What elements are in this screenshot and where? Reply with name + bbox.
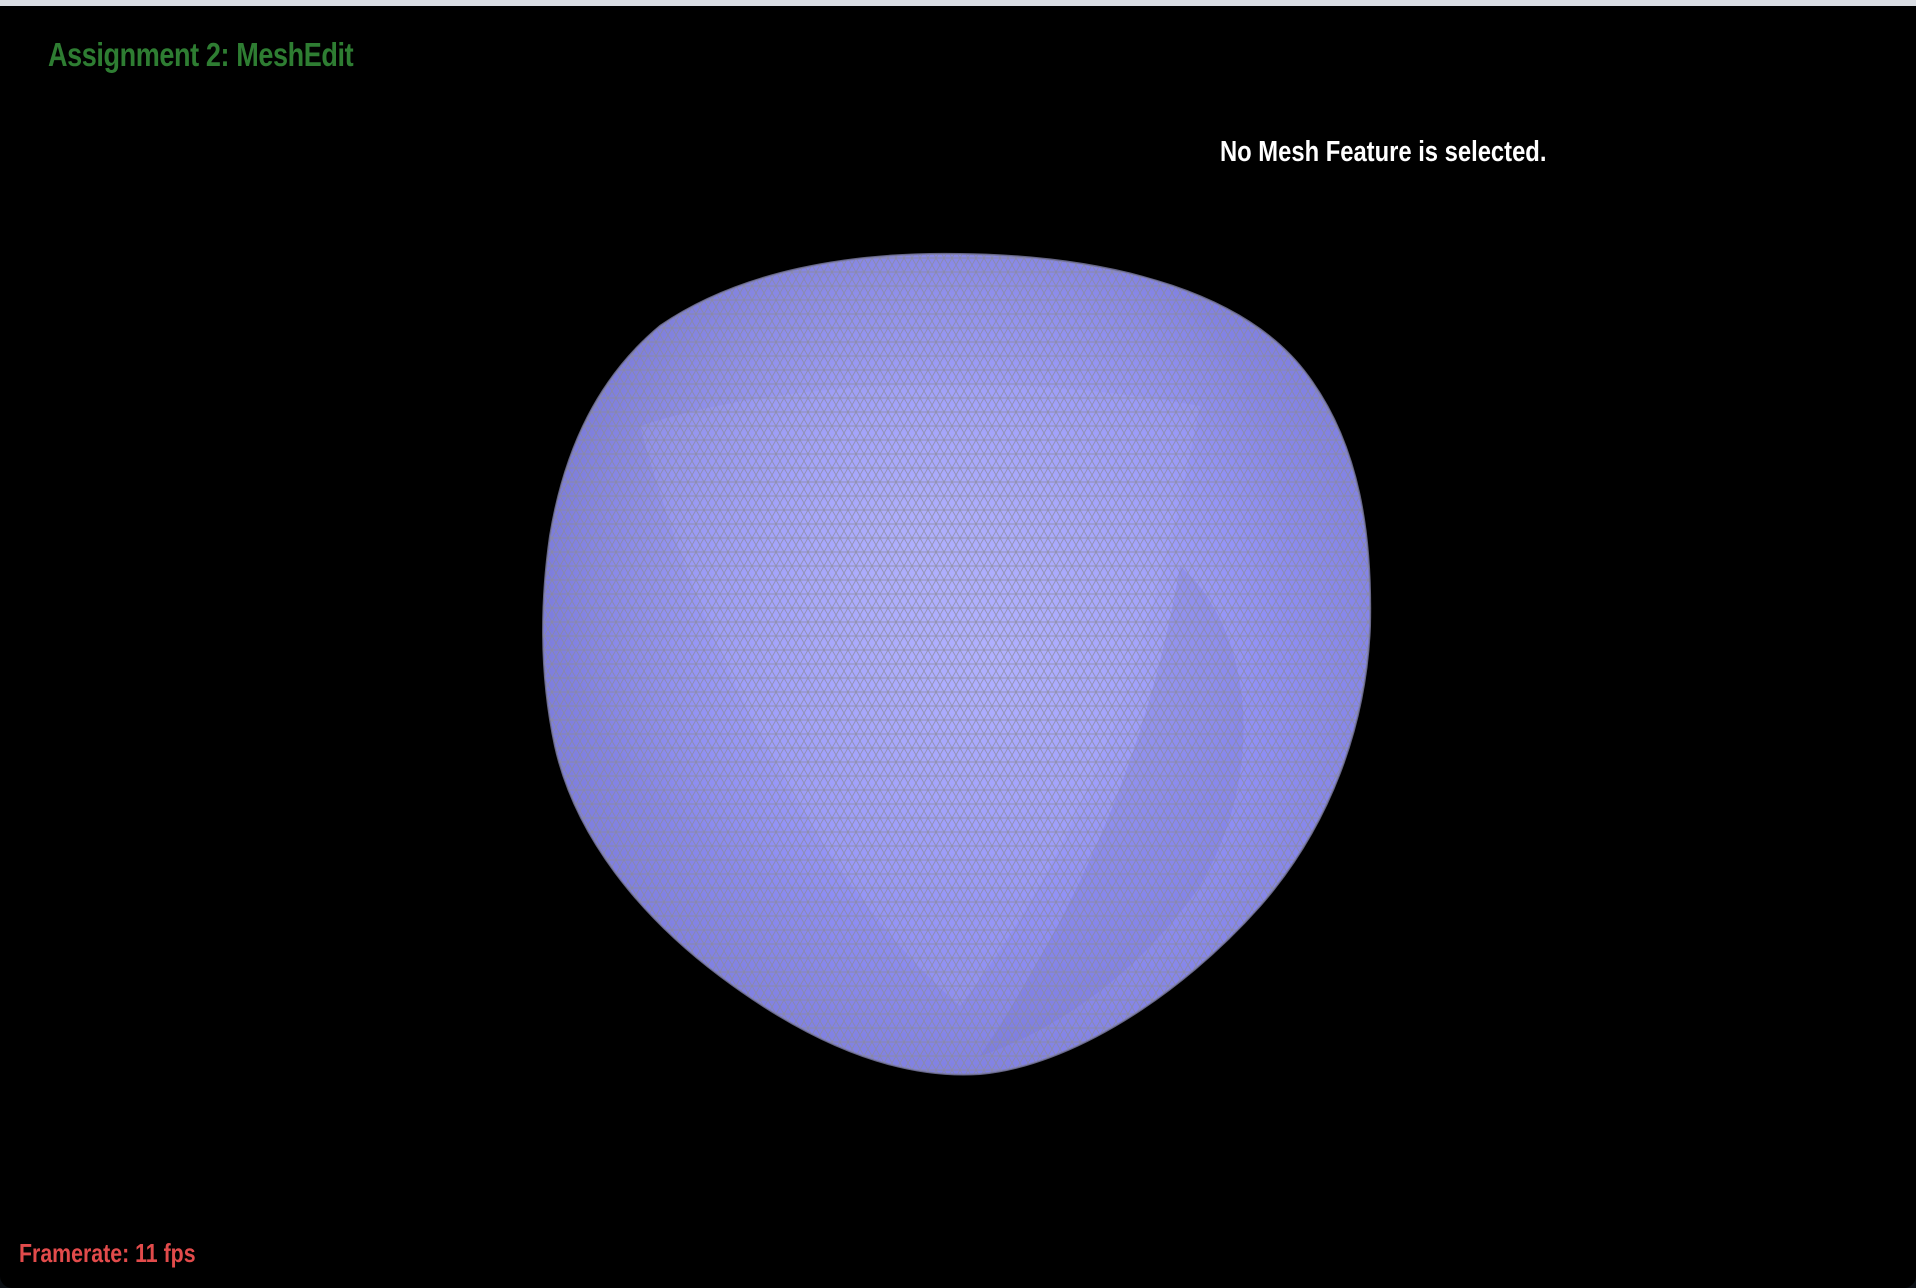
meshedit-window: Assignment 2: MeshEdit No Mesh Feature i… bbox=[0, 0, 1916, 1288]
selection-status-text: No Mesh Feature is selected. bbox=[1220, 136, 1547, 168]
app-title: Assignment 2: MeshEdit bbox=[48, 36, 354, 73]
mesh-viewport[interactable]: Assignment 2: MeshEdit No Mesh Feature i… bbox=[0, 6, 1916, 1288]
mesh-object bbox=[543, 253, 1371, 1075]
background-window-edge bbox=[260, 1278, 1460, 1288]
framerate-readout: Framerate: 11 fps bbox=[19, 1238, 196, 1268]
mesh-render[interactable] bbox=[0, 6, 1916, 1288]
